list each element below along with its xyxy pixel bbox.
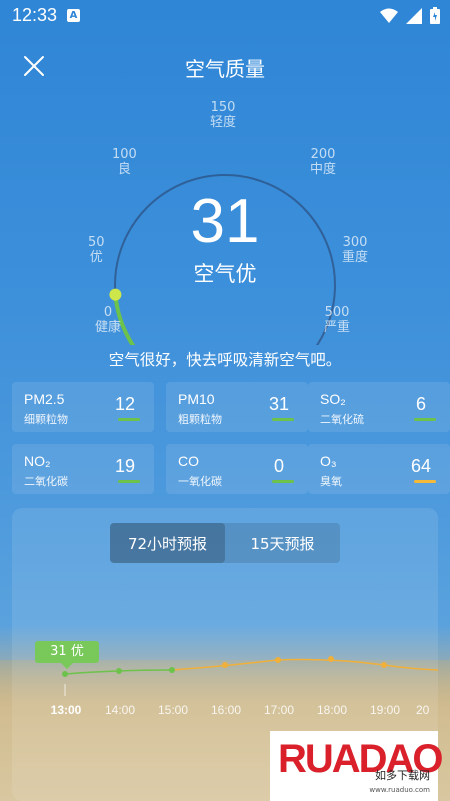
pollutant-level-bar xyxy=(118,418,140,421)
pollutant-desc: 二氧化硫 xyxy=(320,413,364,426)
pollutant-name: PM2.5 xyxy=(24,391,65,407)
wifi-icon xyxy=(380,8,398,23)
air-advice: 空气很好，快去呼吸清新空气吧。 xyxy=(108,351,342,369)
pollutant-desc: 二氧化碳 xyxy=(24,475,68,488)
hour-label: 20 xyxy=(416,703,430,717)
top-bar: 空气质量 xyxy=(0,40,450,90)
pollutant-level-bar xyxy=(414,480,436,483)
gauge-label-100: 100 良 xyxy=(112,147,137,177)
forecast-point xyxy=(328,656,334,662)
pollutant-name: PM10 xyxy=(178,391,215,407)
pollutant-level-bar xyxy=(118,480,140,483)
forecast-tabs: 72小时预报 15天预报 xyxy=(110,523,340,563)
hour-label: 18:00 xyxy=(316,703,348,717)
tab-72h[interactable]: 72小时预报 xyxy=(110,523,225,563)
signal-icon xyxy=(406,7,422,24)
watermark-logo: RUADAO 如多下载网 www.ruaduo.com xyxy=(270,731,444,801)
pollutant-level-bar xyxy=(272,480,294,483)
aqi-level: 空气优 xyxy=(193,262,257,286)
status-time: 12:33 xyxy=(12,5,58,25)
hour-label: 15:00 xyxy=(157,703,189,717)
status-icons xyxy=(380,7,440,24)
pollutant-desc: 细颗粒物 xyxy=(24,413,68,426)
logo-url: www.ruaduo.com xyxy=(369,786,430,794)
pollutant-desc: 粗颗粒物 xyxy=(178,413,222,426)
forecast-point xyxy=(169,667,175,673)
pollutant-card-o3[interactable]: O₃ 臭氧 64 xyxy=(308,444,450,494)
hour-label: 14:00 xyxy=(104,703,136,717)
forecast-point xyxy=(275,657,281,663)
forecast-point xyxy=(381,662,387,668)
page-title: 空气质量 xyxy=(185,57,265,81)
pollutant-value: 0 xyxy=(273,456,284,476)
aqi-value: 31 xyxy=(190,187,260,256)
pollutant-card-pm10[interactable]: PM10 粗颗粒物 31 xyxy=(166,382,308,432)
pollutant-value: 12 xyxy=(114,394,136,414)
pollutant-card-pm25[interactable]: PM2.5 细颗粒物 12 xyxy=(12,382,154,432)
hour-label: 19:00 xyxy=(369,703,401,717)
logo-subtitle: 如多下载网 xyxy=(375,769,430,782)
gauge-label-150: 150 轻度 xyxy=(210,100,237,130)
gauge-label-200: 200 中度 xyxy=(310,147,337,177)
forecast-point xyxy=(62,671,68,677)
pollutant-level-bar xyxy=(414,418,436,421)
status-bar: 12:33 A xyxy=(0,0,450,32)
pollutant-card-so2[interactable]: SO₂ 二氧化硫 6 xyxy=(308,382,450,432)
forecast-point xyxy=(222,662,228,668)
hour-label: 13:00 xyxy=(50,703,82,717)
gauge-label-500: 500 严重 xyxy=(324,305,351,335)
pollutant-name: CO xyxy=(178,453,199,469)
pollutant-name: SO₂ xyxy=(320,391,346,407)
hour-label: 17:00 xyxy=(263,703,295,717)
pollutant-name: NO₂ xyxy=(24,453,51,469)
pollutant-card-no2[interactable]: NO₂ 二氧化碳 19 xyxy=(12,444,154,494)
pollutant-name: O₃ xyxy=(320,453,337,469)
pollutant-value: 19 xyxy=(114,456,136,476)
pollutant-value: 31 xyxy=(268,394,290,414)
pollutant-card-co[interactable]: CO 一氧化碳 0 xyxy=(166,444,308,494)
forecast-line-orange xyxy=(171,658,438,671)
pollutant-desc: 臭氧 xyxy=(320,475,342,488)
forecast-point xyxy=(116,668,122,674)
gauge-label-0: 0 健康 xyxy=(95,305,122,335)
pollutant-value: 64 xyxy=(410,456,432,476)
battery-icon xyxy=(430,7,440,24)
pollutant-level-bar xyxy=(272,418,294,421)
notification-icon: A xyxy=(67,9,80,22)
tab-15d[interactable]: 15天预报 xyxy=(225,523,340,563)
aqi-gauge: 0 健康 50 优 100 良 150 轻度 200 中度 300 重度 500 严重 31 … xyxy=(0,95,450,345)
pollutant-desc: 一氧化碳 xyxy=(178,475,222,488)
pollutant-value: 6 xyxy=(415,394,426,414)
hour-label: 16:00 xyxy=(210,703,242,717)
